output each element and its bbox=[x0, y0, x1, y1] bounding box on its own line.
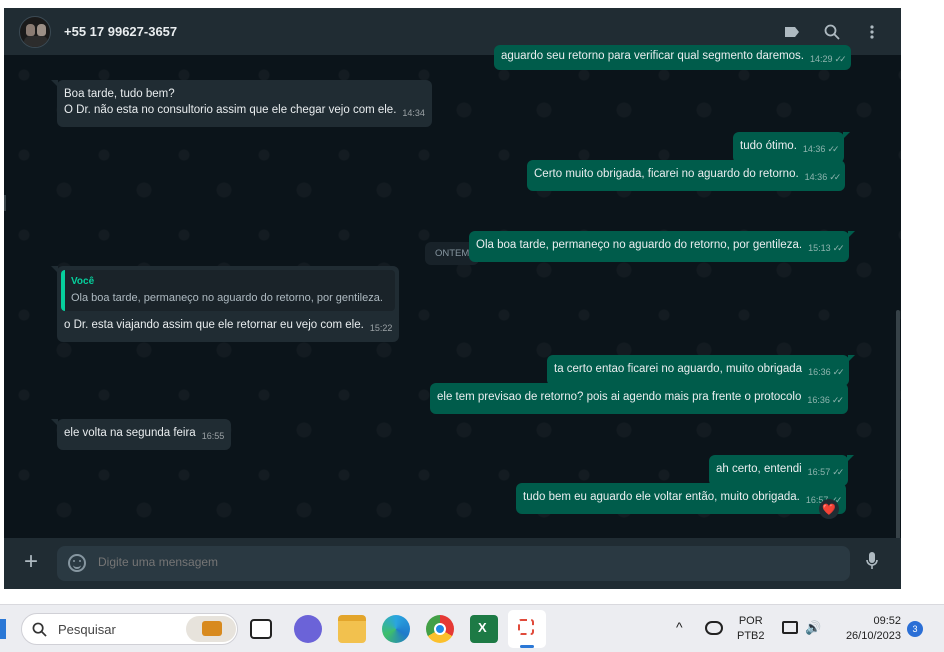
chrome-icon[interactable] bbox=[426, 615, 454, 643]
label-icon[interactable] bbox=[781, 21, 803, 43]
avatar-person-right bbox=[37, 24, 46, 36]
message-text: ele volta na segunda feira bbox=[64, 427, 196, 439]
message-time: 14:36 bbox=[802, 144, 826, 154]
cloud-off-icon[interactable] bbox=[705, 621, 723, 635]
message-time: 14:36 bbox=[804, 172, 828, 182]
read-receipt-icon: ✓✓ bbox=[831, 395, 844, 405]
language-indicator[interactable]: POR PTB2 bbox=[737, 614, 765, 644]
keyboard-layout: PTB2 bbox=[737, 630, 765, 642]
message-time: 16:55 bbox=[201, 431, 225, 441]
avatar-person-left bbox=[26, 24, 35, 36]
message-text: Certo muito obrigada, ficarei no aguardo… bbox=[534, 168, 799, 180]
meet-icon[interactable] bbox=[294, 615, 322, 643]
menu-icon[interactable] bbox=[861, 21, 883, 43]
quote-text: Ola boa tarde, permaneço no aguardo do r… bbox=[71, 292, 383, 304]
network-icon[interactable] bbox=[782, 621, 798, 634]
read-receipt-icon: ✓✓ bbox=[829, 172, 841, 182]
search-icon[interactable] bbox=[821, 21, 843, 43]
excel-icon[interactable]: X bbox=[470, 615, 498, 643]
excel-glyph: X bbox=[478, 620, 487, 635]
composer-bar: + bbox=[4, 538, 901, 589]
message-time: 16:36 bbox=[808, 367, 831, 377]
message-bubble-outgoing[interactable]: Certo muito obrigada, ficarei no aguardo… bbox=[527, 160, 846, 191]
chevron-up-icon[interactable]: ^ bbox=[676, 620, 683, 635]
desktop-background bbox=[901, 0, 944, 604]
snipping-tool-icon[interactable] bbox=[508, 610, 546, 648]
language-code: POR bbox=[738, 615, 763, 627]
read-receipt-icon: ✓✓ bbox=[832, 243, 845, 253]
message-time: 16:57 bbox=[807, 467, 831, 477]
message-bubble-outgoing[interactable]: ah certo, entendi 16:57 ✓✓ bbox=[709, 455, 855, 486]
heart-reaction-icon[interactable]: ❤️ bbox=[819, 499, 839, 519]
notification-badge[interactable]: 3 bbox=[907, 621, 923, 637]
quote-author: Você bbox=[71, 276, 95, 287]
read-receipt-icon: ✓✓ bbox=[834, 54, 847, 64]
contact-avatar[interactable] bbox=[19, 16, 51, 48]
message-text: ta certo entao ficarei no aguardo, muito… bbox=[554, 363, 803, 375]
message-bubble-incoming[interactable]: Boa tarde, tudo bem? O Dr. não esta no c… bbox=[51, 80, 432, 127]
message-time: 15:13 bbox=[808, 243, 831, 253]
whatsapp-window: +55 17 99627-3657 aguardo seu retorno pa… bbox=[4, 8, 901, 589]
task-view-icon[interactable] bbox=[250, 619, 272, 639]
message-bubble-outgoing[interactable]: Ola boa tarde, permaneço no aguardo do r… bbox=[469, 231, 855, 262]
read-receipt-icon: ✓✓ bbox=[832, 467, 844, 477]
message-bubble-outgoing[interactable]: aguardo seu retorno para verificar qual … bbox=[494, 45, 851, 70]
message-text: aguardo seu retorno para verificar qual … bbox=[501, 50, 805, 62]
quoted-message[interactable]: Você Ola boa tarde, permaneço no aguardo… bbox=[61, 270, 396, 311]
contact-name[interactable]: +55 17 99627-3657 bbox=[64, 24, 177, 39]
clock-date: 26/10/2023 bbox=[845, 630, 901, 642]
taskbar-search-placeholder: Pesquisar bbox=[58, 622, 116, 637]
clock[interactable]: 09:52 26/10/2023 bbox=[836, 614, 901, 644]
clock-time: 09:52 bbox=[873, 615, 901, 627]
file-explorer-icon[interactable] bbox=[338, 615, 366, 643]
taskbar-search[interactable]: Pesquisar bbox=[21, 613, 238, 645]
active-indicator bbox=[520, 645, 534, 648]
briefcase-icon bbox=[202, 621, 222, 636]
message-bubble-outgoing[interactable]: ele tem previsao de retorno? pois ai age… bbox=[430, 383, 849, 414]
message-time: 14:29 bbox=[810, 54, 833, 64]
message-text: tudo ótimo. bbox=[740, 140, 797, 152]
search-highlight bbox=[186, 616, 236, 642]
search-icon bbox=[32, 622, 47, 637]
message-bubble-outgoing[interactable]: tudo bem eu aguardo ele voltar então, mu… bbox=[516, 483, 847, 514]
start-button[interactable] bbox=[0, 619, 6, 639]
message-input[interactable] bbox=[98, 555, 798, 569]
read-receipt-icon: ✓✓ bbox=[827, 144, 839, 154]
plus-icon[interactable]: + bbox=[24, 550, 38, 574]
edge-icon[interactable] bbox=[382, 615, 410, 643]
message-text: tudo bem eu aguardo ele voltar então, mu… bbox=[523, 491, 800, 503]
message-bubble-outgoing[interactable]: tudo ótimo. 14:36 ✓✓ bbox=[733, 132, 850, 163]
message-time: 14:34 bbox=[402, 108, 425, 118]
message-time: 16:36 bbox=[807, 395, 830, 405]
message-bubble-incoming-reply[interactable]: Você Ola boa tarde, permaneço no aguardo… bbox=[50, 266, 400, 342]
microphone-icon[interactable] bbox=[866, 551, 878, 575]
windows-taskbar: Pesquisar X ^ POR PTB2 🔊 09:52 26/10/202… bbox=[0, 604, 944, 652]
message-bubble-incoming[interactable]: ele volta na segunda feira 16:55 bbox=[50, 419, 232, 450]
message-time: 15:22 bbox=[369, 323, 393, 333]
message-bubble-outgoing[interactable]: ta certo entao ficarei no aguardo, muito… bbox=[547, 355, 855, 386]
emoji-icon[interactable] bbox=[68, 554, 86, 572]
message-input-container[interactable] bbox=[57, 546, 850, 581]
chrome-center bbox=[434, 623, 446, 635]
read-receipt-icon: ✓✓ bbox=[832, 367, 845, 377]
snip-glyph bbox=[518, 619, 534, 635]
message-text-line: O Dr. não esta no consultorio assim que … bbox=[64, 104, 397, 116]
avatar-bodies bbox=[24, 36, 48, 47]
message-text: ele tem previsao de retorno? pois ai age… bbox=[437, 391, 802, 403]
resize-marker bbox=[4, 195, 6, 211]
volume-icon[interactable]: 🔊 bbox=[805, 620, 821, 635]
message-list[interactable]: aguardo seu retorno para verificar qual … bbox=[4, 45, 901, 580]
message-text: o Dr. esta viajando assim que ele retorn… bbox=[64, 319, 364, 331]
message-text: Ola boa tarde, permaneço no aguardo do r… bbox=[476, 239, 803, 251]
message-text: ah certo, entendi bbox=[716, 463, 802, 475]
message-text-line: Boa tarde, tudo bem? bbox=[64, 88, 175, 100]
